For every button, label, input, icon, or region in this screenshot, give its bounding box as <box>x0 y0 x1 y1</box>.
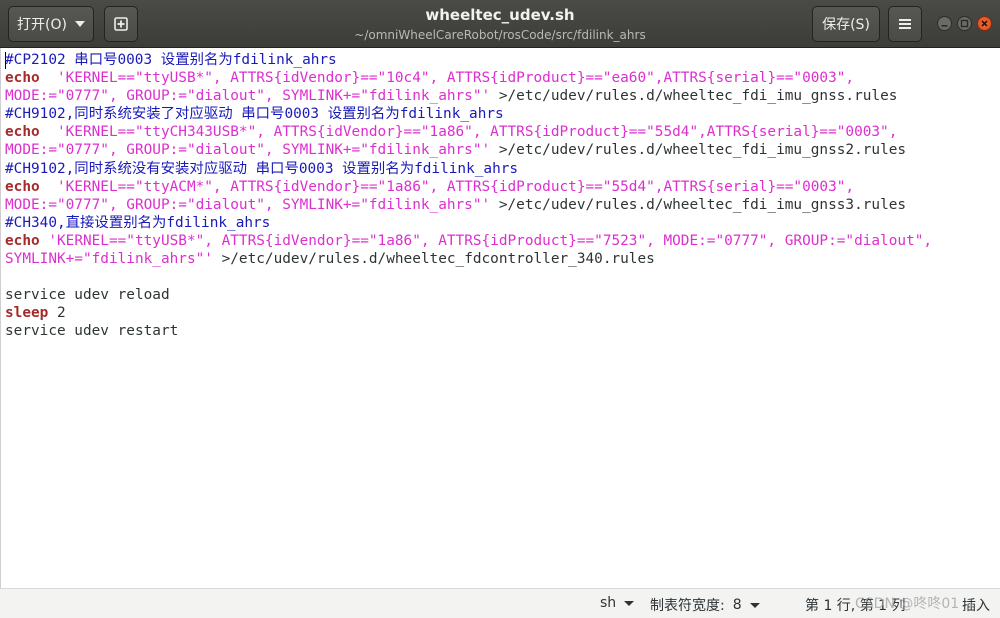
code-keyword: echo <box>5 70 40 87</box>
chevron-down-icon <box>749 602 760 608</box>
text-editor[interactable]: #CP2102 串口号0003 设置别名为fdilink_ahrs echo 'K… <box>0 48 1000 588</box>
code-keyword: sleep <box>5 305 49 322</box>
code-line: #CH9102,同时系统没有安装对应驱动 串口号0003 设置别名为fdilin… <box>5 160 932 178</box>
code-line: #CP2102 串口号0003 设置别名为fdilink_ahrs <box>5 51 932 69</box>
status-bar: sh 制表符宽度: 8 第 1 行, 第 1 列 CSDN @咚咚01 插入 <box>0 588 1000 618</box>
code-line: MODE:="0777", GROUP:="dialout", SYMLINK+… <box>5 141 932 159</box>
save-button[interactable]: 保存(S) <box>812 6 880 42</box>
insert-mode-label: 插入 <box>962 598 990 614</box>
code-line: #CH340,直接设置别名为fdilink_ahrs <box>5 214 932 232</box>
code-line: service udev restart <box>5 322 932 340</box>
code-line: service udev reload <box>5 286 932 304</box>
menu-button[interactable] <box>888 6 922 42</box>
code-view[interactable]: #CP2102 串口号0003 设置别名为fdilink_ahrs echo 'K… <box>5 51 932 341</box>
code-keyword: echo <box>5 232 40 249</box>
maximize-icon <box>960 19 969 28</box>
insert-mode-indicator[interactable]: 插入 <box>962 595 990 615</box>
language-selector[interactable]: sh <box>600 595 635 611</box>
new-tab-button[interactable] <box>104 6 138 42</box>
code-text: 2 <box>48 305 66 322</box>
code-string: 'KERNEL=="ttyUSB*", ATTRS{idVendor}=="10… <box>56 70 855 87</box>
tab-width-value: 8 <box>732 597 742 613</box>
code-keyword: echo <box>5 178 40 195</box>
code-string: MODE:="0777", GROUP:="dialout", SYMLINK+… <box>5 142 491 159</box>
code-text: >/etc/udev/rules.d/wheeltec_fdi_imu_gnss… <box>490 196 907 213</box>
code-keyword: echo <box>5 124 40 141</box>
code-string: 'KERNEL=="ttyUSB*", ATTRS{idVendor}=="1a… <box>48 232 933 249</box>
minimize-button[interactable] <box>937 16 952 31</box>
code-line: echo 'KERNEL=="ttyUSB*", ATTRS{idVendor}… <box>5 232 932 250</box>
file-path: ~/omniWheelCareRobot/rosCode/src/fdilink… <box>354 28 646 42</box>
tab-width-label: 制表符宽度: <box>650 598 725 614</box>
code-line: sleep 2 <box>5 304 932 322</box>
minimize-icon <box>941 25 948 27</box>
code-comment: #CP2102 串口号0003 设置别名为fdilink_ahrs <box>5 52 337 68</box>
code-text: >/etc/udev/rules.d/wheeltec_fdcontroller… <box>212 251 655 268</box>
hamburger-menu-icon <box>899 19 911 29</box>
code-string: SYMLINK+="fdilink_ahrs"' <box>5 251 213 268</box>
code-string: 'KERNEL=="ttyACM*", ATTRS{idVendor}=="1a… <box>56 178 855 195</box>
code-comment: #CH340,直接设置别名为fdilink_ahrs <box>5 214 271 231</box>
header-bar: 打开(O) wheeltec_udev.sh ~/omniWheelCareRo… <box>0 0 1000 48</box>
window-title-area: wheeltec_udev.sh ~/omniWheelCareRobot/ro… <box>300 5 700 43</box>
code-line: #CH9102,同时系统安装了对应驱动 串口号0003 设置别名为fdilink… <box>5 105 932 123</box>
code-comment: #CH9102,同时系统安装了对应驱动 串口号0003 设置别名为fdilink… <box>5 106 504 123</box>
code-text: >/etc/udev/rules.d/wheeltec_fdi_imu_gnss… <box>490 142 907 159</box>
language-label: sh <box>600 595 617 611</box>
code-text: >/etc/udev/rules.d/wheeltec_fdi_imu_gnss… <box>490 88 898 105</box>
close-button[interactable] <box>977 16 992 31</box>
code-string: MODE:="0777", GROUP:="dialout", SYMLINK+… <box>5 88 491 105</box>
close-icon <box>981 20 988 27</box>
code-line: MODE:="0777", GROUP:="dialout", SYMLINK+… <box>5 87 932 105</box>
maximize-button[interactable] <box>957 16 972 31</box>
code-line: echo 'KERNEL=="ttyCH343USB*", ATTRS{idVe… <box>5 123 932 141</box>
tab-width-selector[interactable]: 制表符宽度: 8 <box>650 595 760 615</box>
code-line: echo 'KERNEL=="ttyUSB*", ATTRS{idVendor}… <box>5 69 932 87</box>
code-line: echo 'KERNEL=="ttyACM*", ATTRS{idVendor}… <box>5 178 932 196</box>
open-button-label: 打开(O) <box>17 17 67 33</box>
open-button[interactable]: 打开(O) <box>8 6 94 42</box>
window-title: wheeltec_udev.sh <box>425 6 575 24</box>
code-line: MODE:="0777", GROUP:="dialout", SYMLINK+… <box>5 196 932 214</box>
watermark: CSDN @咚咚01 <box>855 596 960 612</box>
chevron-down-icon <box>624 600 635 606</box>
code-comment: #CH9102,同时系统没有安装对应驱动 串口号0003 设置别名为fdilin… <box>5 160 519 177</box>
code-string: 'KERNEL=="ttyCH343USB*", ATTRS{idVendor}… <box>56 124 898 141</box>
code-text: service udev restart <box>5 323 179 340</box>
code-text: service udev reload <box>5 287 170 304</box>
code-string: MODE:="0777", GROUP:="dialout", SYMLINK+… <box>5 196 491 213</box>
code-line: SYMLINK+="fdilink_ahrs"' >/etc/udev/rule… <box>5 250 932 268</box>
new-document-icon <box>114 17 128 31</box>
chevron-down-icon <box>74 21 85 27</box>
